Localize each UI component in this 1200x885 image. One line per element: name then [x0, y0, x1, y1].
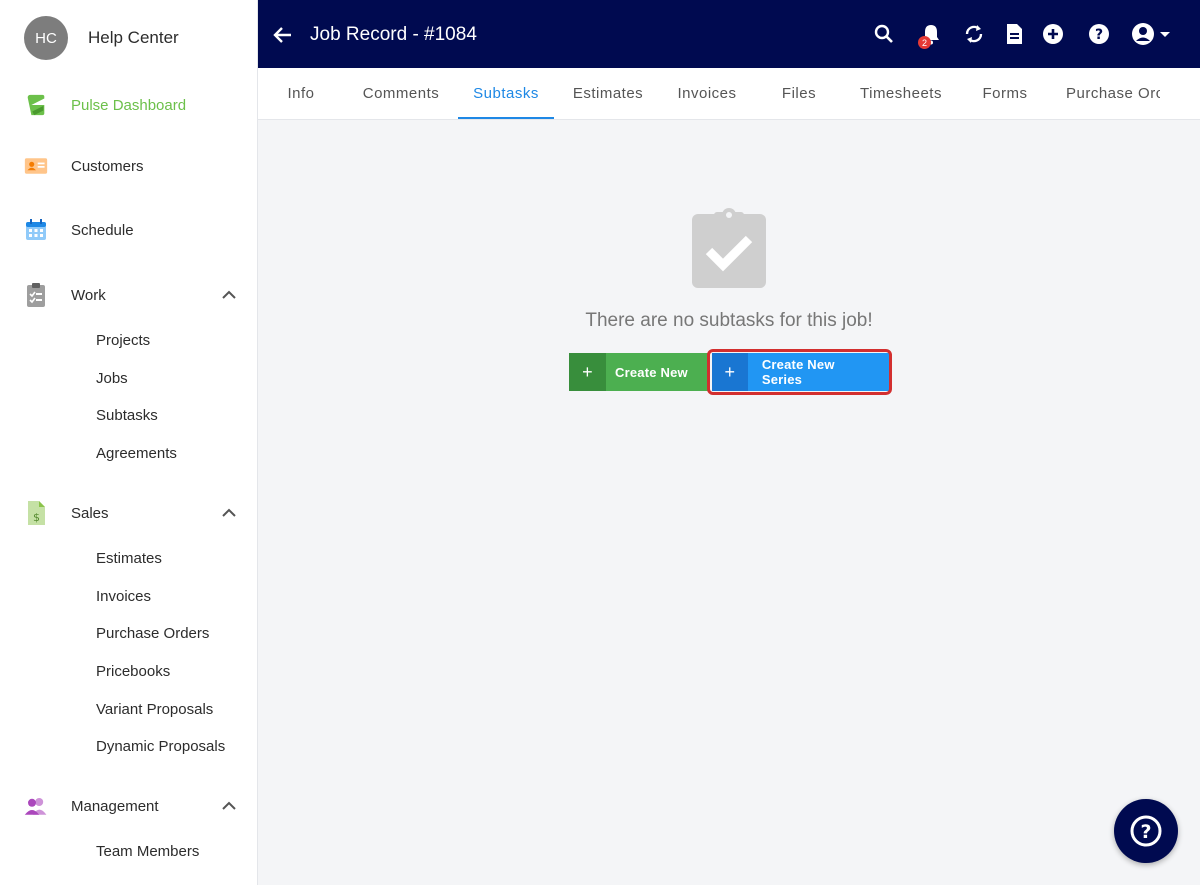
sidebar-subitem-projects[interactable]: Projects — [96, 331, 150, 351]
sidebar-item-label: Customers — [71, 157, 144, 175]
sync-icon[interactable] — [962, 22, 986, 46]
plus-icon: + — [569, 353, 606, 391]
sidebar-subitem-team-members[interactable]: Team Members — [96, 842, 199, 862]
help-circle-icon[interactable]: ? — [1087, 22, 1111, 46]
users-icon — [24, 794, 48, 818]
tab-comments[interactable]: Comments — [358, 68, 444, 119]
profile-name[interactable]: Help Center — [88, 28, 179, 48]
notification-badge: 2 — [918, 36, 931, 49]
chevron-up-icon[interactable] — [221, 505, 237, 521]
sidebar-subitem-invoices[interactable]: Invoices — [96, 587, 151, 607]
add-circle-icon[interactable] — [1041, 22, 1065, 46]
create-new-series-label: Create New Series — [761, 357, 835, 387]
chevron-up-icon[interactable] — [221, 798, 237, 814]
help-chat-button[interactable]: ? — [1114, 799, 1178, 863]
profile[interactable]: HC Help Center — [24, 16, 179, 60]
sidebar-subitem-dynamic-proposals[interactable]: Dynamic Proposals — [96, 737, 225, 757]
sidebar-item-work[interactable]: Work — [24, 280, 237, 310]
document-icon[interactable] — [1002, 22, 1026, 46]
svg-text:?: ? — [1095, 27, 1103, 43]
sidebar-item-customers[interactable]: Customers — [24, 151, 237, 181]
empty-state-message: There are no subtasks for this job! — [585, 310, 873, 331]
tab-subtasks[interactable]: Subtasks — [462, 68, 550, 119]
pulse-logo-icon — [24, 93, 48, 117]
tab-invoices[interactable]: Invoices — [670, 68, 744, 119]
create-new-button[interactable]: + Create New — [569, 353, 709, 391]
svg-text:?: ? — [1140, 821, 1151, 843]
chevron-up-icon[interactable] — [221, 287, 237, 303]
svg-text:$: $ — [33, 511, 40, 524]
plus-icon: + — [712, 353, 748, 391]
create-new-series-button[interactable]: + Create New Series — [712, 353, 889, 391]
back-arrow-icon[interactable] — [272, 26, 292, 44]
page-title: Job Record - #1084 — [310, 24, 477, 45]
clipboard-icon — [24, 283, 48, 307]
search-icon[interactable] — [872, 22, 896, 46]
sidebar-item-label: Pulse Dashboard — [71, 96, 187, 114]
sidebar-item-label: Schedule — [71, 221, 134, 239]
sidebar: HC Help Center Pulse Dashboard Customers — [0, 0, 258, 885]
sidebar-subitem-agreements[interactable]: Agreements — [96, 444, 177, 464]
sidebar-item-label: Sales — [71, 504, 109, 522]
sidebar-item-label: Work — [71, 286, 106, 304]
clipboard-check-icon — [692, 208, 766, 288]
top-bar: Job Record - #1084 2 ? — [258, 0, 1200, 68]
sidebar-item-label: Management — [71, 797, 159, 815]
tab-purchase-orders[interactable]: Purchase Orc — [1066, 68, 1160, 119]
tab-forms[interactable]: Forms — [976, 68, 1034, 119]
tab-files[interactable]: Files — [774, 68, 824, 119]
active-tab-indicator — [458, 117, 554, 119]
sidebar-item-schedule[interactable]: Schedule — [24, 215, 237, 245]
create-new-label: Create New — [615, 364, 688, 380]
main-content: There are no subtasks for this job! + Cr… — [258, 120, 1200, 885]
sidebar-item-sales[interactable]: $ Sales — [24, 498, 237, 528]
sidebar-item-management[interactable]: Management — [24, 791, 237, 821]
tab-timesheets[interactable]: Timesheets — [856, 68, 946, 119]
sidebar-subitem-purchase-orders[interactable]: Purchase Orders — [96, 624, 209, 644]
sidebar-subitem-variant-proposals[interactable]: Variant Proposals — [96, 700, 213, 720]
calendar-icon — [24, 218, 48, 242]
tab-bar: Info Comments Subtasks Estimates Invoice… — [258, 68, 1200, 120]
tab-info[interactable]: Info — [276, 68, 326, 119]
help-circle-icon: ? — [1130, 815, 1162, 847]
invoice-dollar-icon: $ — [24, 501, 48, 525]
sidebar-item-pulse-dashboard[interactable]: Pulse Dashboard — [24, 90, 237, 120]
tab-estimates[interactable]: Estimates — [568, 68, 648, 119]
contact-card-icon — [24, 154, 48, 178]
sidebar-subitem-estimates[interactable]: Estimates — [96, 549, 162, 569]
sidebar-subitem-subtasks[interactable]: Subtasks — [96, 406, 158, 426]
account-menu-icon[interactable] — [1131, 22, 1173, 46]
avatar[interactable]: HC — [24, 16, 68, 60]
sidebar-subitem-jobs[interactable]: Jobs — [96, 369, 128, 389]
sidebar-subitem-pricebooks[interactable]: Pricebooks — [96, 662, 170, 682]
